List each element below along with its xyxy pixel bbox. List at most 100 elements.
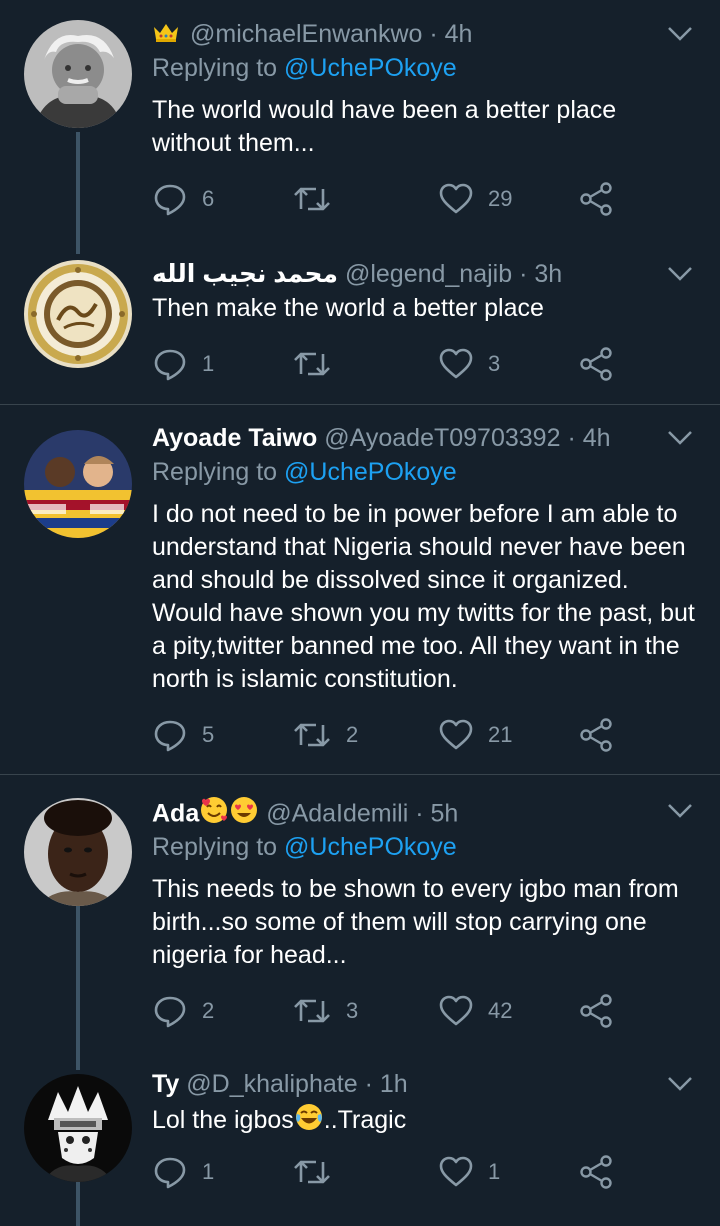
like-count: 21	[488, 722, 513, 747]
replying-to-handle[interactable]: @UchePOkoye	[284, 833, 457, 861]
tweet-header: Ada @AdaIdemili · 5h	[152, 795, 458, 831]
display-name[interactable]: محمد نجيب الله	[152, 260, 338, 288]
tweet-header: Ayoade Taiwo @AyoadeT09703392 · 4h	[152, 420, 611, 456]
tweet-text-end: ..Tragic	[323, 1106, 407, 1135]
tweet-text: This needs to be shown to every igbo man…	[152, 875, 679, 969]
like-count: 3	[488, 351, 501, 376]
reply-count: 6	[202, 186, 215, 211]
tweet-header: محمد نجيب الله @legend_najib · 3h	[152, 256, 562, 292]
tweet[interactable]: Ada @AdaIdemili · 5h Replying to @UchePO…	[0, 775, 720, 1050]
user-handle[interactable]: @legend_najib	[345, 260, 512, 288]
share-icon	[578, 181, 614, 217]
reply-button[interactable]: 6	[152, 179, 214, 219]
avatar[interactable]	[24, 1074, 132, 1182]
tweet-header: Ty @D_khaliphate · 1h	[152, 1066, 408, 1102]
like-count: 29	[488, 186, 513, 211]
tweet-header: @michaelEnwankwo · 4h	[152, 16, 472, 52]
chevron-down-icon[interactable]	[666, 264, 694, 284]
reply-button[interactable]: 1	[152, 1152, 214, 1192]
avatar[interactable]	[24, 20, 132, 128]
replying-to-label: Replying to	[152, 54, 278, 82]
user-handle[interactable]: @D_khaliphate	[186, 1070, 357, 1098]
chevron-down-icon[interactable]	[666, 24, 694, 44]
tweet-text: Then make the world a better place	[152, 294, 544, 322]
tweet-actions: 2 3 42	[152, 991, 700, 1031]
display-name[interactable]: Ada	[152, 800, 199, 828]
reply-button[interactable]: 2	[152, 991, 214, 1031]
avatar[interactable]	[24, 430, 132, 538]
heart-icon	[438, 717, 474, 753]
tweet-time: · 1h	[364, 1070, 408, 1098]
crown-icon	[152, 17, 180, 53]
retweet-icon	[292, 346, 332, 382]
share-button[interactable]	[578, 715, 614, 755]
share-button[interactable]	[578, 991, 614, 1031]
retweet-button[interactable]	[292, 1152, 346, 1192]
replying-to-handle[interactable]: @UchePOkoye	[284, 54, 457, 82]
tweet-time: · 5h	[415, 799, 459, 828]
avatar[interactable]	[24, 798, 132, 906]
tweet-text: I do not need to be in power before I am…	[152, 500, 695, 693]
heart-icon	[438, 181, 474, 217]
replying-to-label: Replying to	[152, 458, 278, 486]
retweet-button[interactable]	[292, 344, 346, 384]
tweet[interactable]: Ty @D_khaliphate · 1h Lol the igbos ..Tr…	[0, 1050, 720, 1226]
retweet-icon	[292, 181, 332, 217]
retweet-icon	[292, 717, 332, 753]
replying-to-label: Replying to	[152, 833, 278, 861]
user-handle[interactable]: @michaelEnwankwo	[190, 20, 422, 48]
display-name[interactable]: Ty	[152, 1070, 179, 1098]
replying-to: Replying to @UchePOkoye	[152, 833, 457, 862]
reply-icon	[152, 1154, 188, 1190]
reply-icon	[152, 346, 188, 382]
reply-count: 5	[202, 722, 215, 747]
tweet-time: · 4h	[567, 424, 611, 452]
like-button[interactable]: 42	[438, 991, 512, 1031]
smiling-face-with-hearts-icon	[199, 795, 229, 835]
heart-icon	[438, 346, 474, 382]
reply-button[interactable]: 1	[152, 344, 214, 384]
like-button[interactable]: 1	[438, 1152, 500, 1192]
retweet-count: 2	[346, 722, 359, 747]
share-button[interactable]	[578, 1152, 614, 1192]
like-button[interactable]: 21	[438, 715, 512, 755]
share-icon	[578, 717, 614, 753]
share-icon	[578, 993, 614, 1029]
share-button[interactable]	[578, 344, 614, 384]
tweet[interactable]: @michaelEnwankwo · 4h Replying to @UcheP…	[0, 0, 720, 254]
tweet-actions: 1 1	[152, 1152, 700, 1192]
avatar[interactable]	[24, 260, 132, 368]
heart-eyes-icon	[229, 795, 259, 835]
chevron-down-icon[interactable]	[666, 428, 694, 448]
retweet-icon	[292, 1154, 332, 1190]
share-icon	[578, 1154, 614, 1190]
reply-button[interactable]: 5	[152, 715, 214, 755]
reply-count: 1	[202, 1159, 215, 1184]
display-name[interactable]: Ayoade Taiwo	[152, 424, 317, 452]
retweet-button[interactable]	[292, 179, 346, 219]
share-icon	[578, 346, 614, 382]
chevron-down-icon[interactable]	[666, 801, 694, 821]
retweet-button[interactable]: 2	[292, 715, 358, 755]
reply-count: 1	[202, 351, 215, 376]
retweet-button[interactable]: 3	[292, 991, 358, 1031]
replying-to: Replying to @UchePOkoye	[152, 54, 457, 83]
tweet[interactable]: Ayoade Taiwo @AyoadeT09703392 · 4h Reply…	[0, 405, 720, 774]
like-count: 1	[488, 1159, 501, 1184]
tweet[interactable]: محمد نجيب الله @legend_najib · 3h Then m…	[0, 254, 720, 404]
chevron-down-icon[interactable]	[666, 1074, 694, 1094]
tweet-actions: 6 29	[152, 179, 700, 219]
tweet-actions: 1 3	[152, 344, 700, 384]
heart-icon	[438, 1154, 474, 1190]
tweet-text-start: Lol the igbos	[152, 1106, 294, 1135]
like-button[interactable]: 29	[438, 179, 512, 219]
like-button[interactable]: 3	[438, 344, 500, 384]
like-count: 42	[488, 998, 513, 1023]
share-button[interactable]	[578, 179, 614, 219]
heart-icon	[438, 993, 474, 1029]
user-handle[interactable]: @AdaIdemili	[266, 800, 408, 828]
retweet-count: 3	[346, 998, 359, 1023]
user-handle[interactable]: @AyoadeT09703392	[324, 424, 560, 452]
replying-to-handle[interactable]: @UchePOkoye	[284, 458, 457, 486]
reply-count: 2	[202, 998, 215, 1023]
